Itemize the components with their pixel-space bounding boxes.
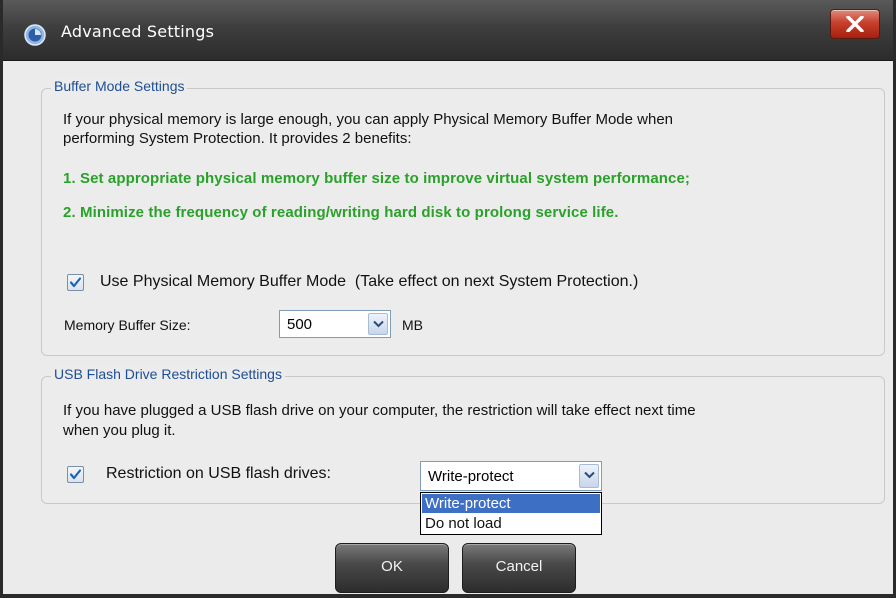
advanced-settings-dialog: Advanced Settings Buffer Mode Settings I… xyxy=(0,0,896,598)
use-buffer-mode-label[interactable]: Use Physical Memory Buffer Mode (Take ef… xyxy=(100,272,638,292)
memory-buffer-size-label: Memory Buffer Size: xyxy=(64,317,191,333)
usb-restriction-value: Write-protect xyxy=(428,468,514,485)
usb-restriction-select[interactable]: Write-protect xyxy=(420,461,602,491)
ok-button[interactable]: OK xyxy=(335,543,449,593)
usb-restriction-label[interactable]: Restriction on USB flash drives: xyxy=(106,464,331,484)
use-buffer-mode-checkbox[interactable] xyxy=(67,274,84,291)
memory-buffer-size-select[interactable]: 500 xyxy=(279,310,391,338)
usb-description-line1: If you have plugged a USB flash drive on… xyxy=(63,402,696,419)
memory-buffer-size-value: 500 xyxy=(287,316,313,333)
benefit-1: 1. Set appropriate physical memory buffe… xyxy=(63,170,691,187)
option-do-not-load[interactable]: Do not load xyxy=(422,514,600,533)
usb-restriction-dropdown-button[interactable] xyxy=(579,464,599,488)
cancel-button[interactable]: Cancel xyxy=(462,543,576,593)
cancel-button-label: Cancel xyxy=(495,558,543,575)
close-button[interactable] xyxy=(830,9,880,39)
usb-restriction-checkbox[interactable] xyxy=(67,466,84,483)
benefit-2: 2. Minimize the frequency of reading/wri… xyxy=(63,204,619,221)
ok-button-label: OK xyxy=(381,558,403,575)
option-write-protect[interactable]: Write-protect xyxy=(422,494,600,513)
usb-restriction-options-list: Write-protect Do not load xyxy=(420,492,602,535)
window-title: Advanced Settings xyxy=(61,22,215,41)
checkmark-icon xyxy=(69,277,82,288)
usb-restriction-legend: USB Flash Drive Restriction Settings xyxy=(51,366,285,382)
memory-buffer-size-dropdown-button[interactable] xyxy=(368,313,388,335)
usb-description-line2: when you plug it. xyxy=(63,422,176,439)
close-icon xyxy=(846,16,864,32)
title-bar[interactable]: Advanced Settings xyxy=(3,0,893,61)
memory-buffer-unit: MB xyxy=(402,317,423,333)
app-logo-icon xyxy=(24,24,46,46)
chevron-down-icon xyxy=(584,471,595,479)
buffer-description-line1: If your physical memory is large enough,… xyxy=(63,111,674,128)
buffer-mode-legend: Buffer Mode Settings xyxy=(51,78,188,94)
window-bottom-border xyxy=(3,594,893,598)
chevron-down-icon xyxy=(373,320,384,328)
checkmark-icon xyxy=(69,469,82,480)
buffer-description-line2: performing System Protection. It provide… xyxy=(63,130,412,147)
